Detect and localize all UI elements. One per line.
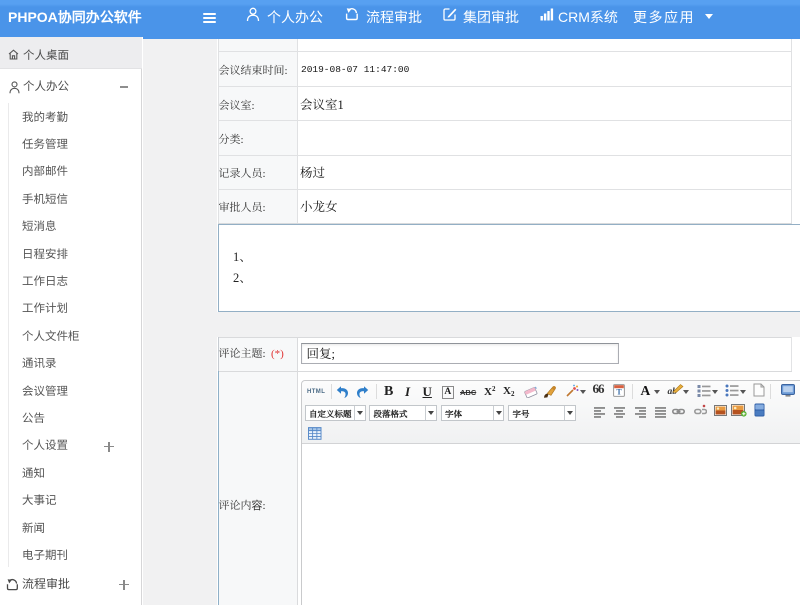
svg-text:T: T <box>616 388 622 397</box>
